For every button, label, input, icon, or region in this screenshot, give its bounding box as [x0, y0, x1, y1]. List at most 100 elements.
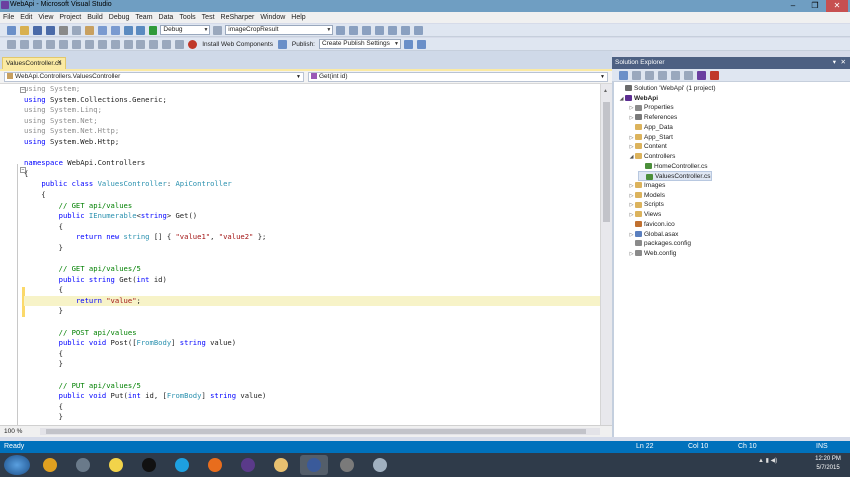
view-diagram-icon[interactable] [683, 71, 693, 80]
tree-item[interactable]: ◢ Controllers [628, 152, 676, 163]
code-line[interactable]: using System.Net.Http; [24, 126, 600, 137]
view-code-icon[interactable] [657, 71, 667, 80]
show-all-files-icon[interactable] [631, 71, 641, 80]
code-line[interactable]: public class ValuesController: ApiContro… [24, 179, 600, 190]
prev-bookmark-icon[interactable] [84, 40, 94, 49]
view-designer-icon[interactable] [670, 71, 680, 80]
code-line[interactable]: { [24, 402, 600, 413]
scroll-thumb[interactable] [603, 102, 610, 222]
code-line[interactable]: return new string [] { "value1", "value2… [24, 232, 600, 243]
replace-icon[interactable] [162, 40, 172, 49]
menu-data[interactable]: Data [156, 12, 177, 23]
taskbar-app-tools[interactable] [333, 455, 361, 475]
taskbar-app-sticky[interactable] [102, 455, 130, 475]
publish-web-icon[interactable] [403, 40, 413, 49]
tree-item[interactable]: ValuesController.cs [638, 171, 712, 181]
code-line[interactable]: // GET api/values [24, 201, 600, 212]
menu-window[interactable]: Window [257, 12, 288, 23]
code-line[interactable]: public string Get(int id) [24, 275, 600, 286]
install-web-components-button[interactable]: Install Web Components [200, 38, 275, 51]
code-line[interactable]: using System.Net; [24, 116, 600, 127]
editor-vertical-scrollbar[interactable]: ▲ [600, 84, 612, 425]
undo-icon[interactable] [97, 26, 107, 35]
tree-item[interactable]: ▷ References [628, 113, 678, 123]
taskbar-app-visualstudio[interactable] [300, 455, 328, 475]
comment-icon[interactable] [6, 40, 16, 49]
tree-item[interactable]: ▷ Properties [628, 103, 674, 113]
code-line[interactable] [24, 370, 600, 381]
code-line[interactable]: } [24, 306, 600, 317]
menu-edit[interactable]: Edit [17, 12, 35, 23]
wrap-icon[interactable] [136, 40, 146, 49]
minimize-button[interactable]: – [782, 0, 804, 12]
code-line[interactable]: { [24, 169, 600, 180]
menu-build[interactable]: Build [84, 12, 106, 23]
code-line[interactable]: { [24, 190, 600, 201]
taskbar-app-p[interactable] [135, 455, 163, 475]
tree-item[interactable]: favicon.ico [628, 220, 675, 230]
tree-item[interactable]: ▷ Images [628, 181, 666, 191]
solution-explorer-icon[interactable] [388, 26, 398, 35]
zoom-icon[interactable] [123, 40, 133, 49]
publish-settings-icon[interactable] [416, 40, 426, 49]
code-line[interactable]: namespace WebApi.Controllers [24, 158, 600, 169]
find-icon[interactable] [149, 40, 159, 49]
menu-resharper[interactable]: ReSharper [218, 12, 258, 23]
code-line[interactable]: public void Post([FromBody] string value… [24, 338, 600, 349]
properties-icon[interactable] [375, 26, 385, 35]
maximize-button[interactable]: ❐ [804, 0, 826, 12]
code-line[interactable]: return "value"; [24, 295, 600, 307]
code-line[interactable]: using System; [24, 84, 600, 95]
type-dropdown[interactable]: WebApi.Controllers.ValuesController ▼ [4, 72, 304, 82]
resharper-icon[interactable] [709, 71, 719, 80]
tab-valuescontroller[interactable]: ValuesController.cs ✕ [2, 57, 66, 69]
code-line[interactable]: { [24, 222, 600, 233]
code-line[interactable]: // POST api/values [24, 328, 600, 339]
tree-item[interactable]: packages.config [628, 239, 691, 249]
taskbar-app-paint[interactable] [366, 455, 394, 475]
tree-item[interactable]: App_Data [628, 123, 673, 133]
open-file-icon[interactable] [19, 26, 29, 35]
menu-team[interactable]: Team [132, 12, 155, 23]
tree-item[interactable]: ◢ WebApi [618, 94, 659, 104]
menu-view[interactable]: View [35, 12, 56, 23]
code-line[interactable]: using System.Collections.Generic; [24, 95, 600, 106]
tree-item[interactable]: ▷ Global.asax [628, 230, 679, 240]
code-line[interactable] [24, 254, 600, 265]
code-line[interactable]: using System.Linq; [24, 105, 600, 116]
platform-icon[interactable] [213, 26, 223, 35]
code-line[interactable]: } [24, 359, 600, 370]
code-line[interactable]: using System.Web.Http; [24, 137, 600, 148]
close-panel-icon[interactable]: ✕ [841, 57, 846, 69]
extension-icon[interactable] [413, 26, 423, 35]
taskbar-app-skype[interactable] [168, 455, 196, 475]
code-line[interactable]: // GET api/values/5 [24, 264, 600, 275]
clear-bookmarks-icon[interactable] [97, 40, 107, 49]
menu-file[interactable]: File [0, 12, 17, 23]
code-line[interactable]: public IEnumerable<string> Get() [24, 211, 600, 222]
menu-tools[interactable]: Tools [176, 12, 198, 23]
taskbar-app-explorer[interactable] [267, 455, 295, 475]
solution-config-select[interactable]: Debug ▼ [160, 25, 211, 35]
navigate-back-icon[interactable] [123, 26, 133, 35]
menu-test[interactable]: Test [199, 12, 218, 23]
publish-profile-select[interactable]: Create Publish Settings ▼ [318, 39, 401, 49]
editor-horizontal-scrollbar[interactable] [40, 428, 600, 435]
bookmark-icon[interactable] [58, 40, 68, 49]
code-line[interactable] [24, 317, 600, 328]
tree-item[interactable]: ▷ Models [628, 191, 665, 201]
taskbar-app-app7[interactable] [234, 455, 262, 475]
redo-icon[interactable] [110, 26, 120, 35]
vs-extension-icon[interactable] [696, 71, 706, 80]
close-button[interactable]: ✕ [826, 0, 848, 12]
save-icon[interactable] [32, 26, 42, 35]
close-tab-icon[interactable]: ✕ [57, 58, 62, 69]
paste-icon[interactable] [84, 26, 94, 35]
menu-debug[interactable]: Debug [106, 12, 133, 23]
code-line[interactable]: public void Put(int id, [FromBody] strin… [24, 391, 600, 402]
code-line[interactable]: // PUT api/values/5 [24, 381, 600, 392]
indent-icon[interactable] [32, 40, 42, 49]
code-line[interactable]: } [24, 243, 600, 254]
expanded-arrow-icon[interactable]: ◢ [628, 153, 635, 163]
uncomment-icon[interactable] [19, 40, 29, 49]
